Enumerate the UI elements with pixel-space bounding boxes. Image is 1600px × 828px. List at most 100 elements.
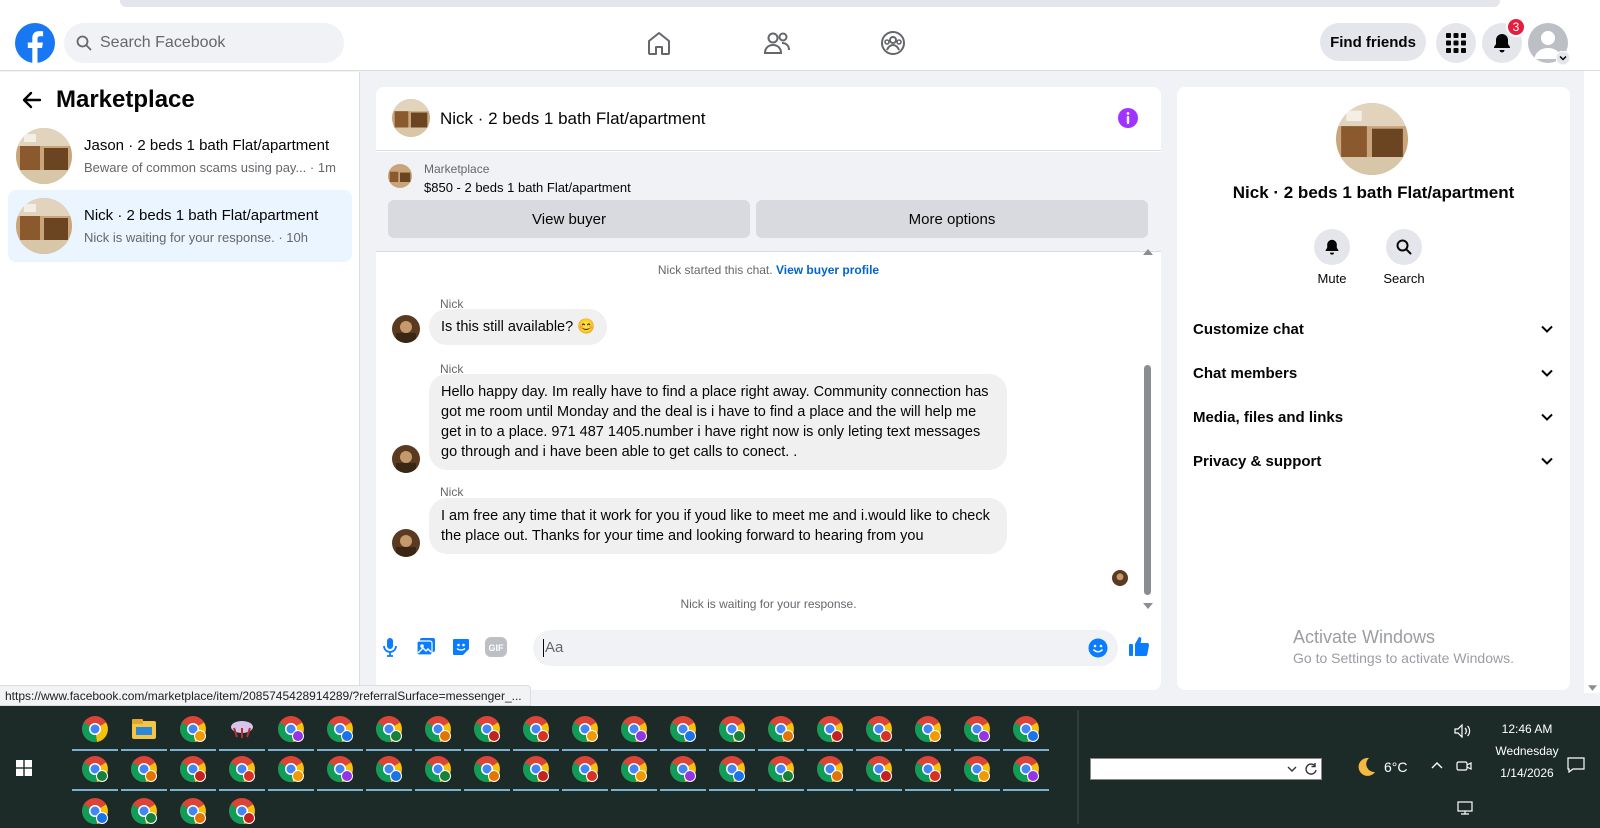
- taskbar-app-icon[interactable]: [1011, 714, 1041, 744]
- taskbar-app-icon[interactable]: [521, 754, 551, 784]
- clock-date[interactable]: 1/14/2026: [1487, 766, 1567, 780]
- privacy-support-section[interactable]: Privacy & support: [1193, 441, 1554, 481]
- taskbar-app-icon[interactable]: [668, 754, 698, 784]
- taskbar-app-indicator: [856, 789, 902, 791]
- taskbar-address-box[interactable]: [1090, 758, 1322, 780]
- microphone-icon[interactable]: [382, 637, 398, 657]
- taskbar-app-icon[interactable]: [423, 754, 453, 784]
- gif-icon[interactable]: GIF: [485, 637, 507, 657]
- chevron-down-icon[interactable]: [1556, 51, 1570, 65]
- media-files-links-section[interactable]: Media, files and links: [1193, 397, 1554, 437]
- taskbar-app-icon[interactable]: [423, 714, 453, 744]
- taskbar-app-icon[interactable]: [815, 754, 845, 784]
- taskbar-app-icon[interactable]: [178, 796, 208, 826]
- taskbar-app-icon[interactable]: [276, 754, 306, 784]
- taskbar-app-icon[interactable]: [570, 754, 600, 784]
- mute-button[interactable]: Mute: [1302, 229, 1362, 286]
- emoji-icon[interactable]: [1088, 638, 1108, 658]
- info-icon[interactable]: [1117, 107, 1139, 129]
- taskbar-app-icon[interactable]: [472, 754, 502, 784]
- search-bar[interactable]: Search Facebook: [64, 23, 344, 63]
- taskbar-app-icon[interactable]: [619, 714, 649, 744]
- chat-members-section[interactable]: Chat members: [1193, 353, 1554, 393]
- taskbar-app-icon[interactable]: [570, 714, 600, 744]
- back-arrow-icon[interactable]: [22, 90, 42, 110]
- taskbar-app-icon[interactable]: [227, 754, 257, 784]
- taskbar-app-icon[interactable]: [80, 754, 110, 784]
- taskbar-app-icon[interactable]: [80, 796, 110, 826]
- taskbar-app-icon[interactable]: [227, 714, 257, 744]
- sender-avatar[interactable]: [392, 529, 420, 557]
- taskbar-app-icon[interactable]: [864, 754, 894, 784]
- taskbar-app-icon[interactable]: [227, 796, 257, 826]
- conversation-item-nick[interactable]: Nick · 2 beds 1 bath Flat/apartment Nick…: [8, 190, 352, 262]
- taskbar-app-icon[interactable]: [276, 714, 306, 744]
- clock-time[interactable]: 12:46 AM: [1487, 722, 1567, 736]
- chat-title[interactable]: Nick · 2 beds 1 bath Flat/apartment: [440, 109, 706, 129]
- meet-now-icon[interactable]: [1456, 758, 1472, 774]
- sender-avatar[interactable]: [392, 315, 420, 343]
- home-icon[interactable]: [644, 28, 674, 58]
- search-chat-button[interactable]: Search: [1374, 229, 1434, 286]
- conversation-item-jason[interactable]: Jason · 2 beds 1 bath Flat/apartment Bew…: [8, 120, 352, 192]
- windows-start-icon[interactable]: [16, 760, 32, 776]
- taskbar-app-icon[interactable]: [472, 714, 502, 744]
- taskbar-app-icon[interactable]: [1011, 754, 1041, 784]
- sticker-icon[interactable]: [451, 637, 471, 657]
- taskbar-app-icon[interactable]: [178, 754, 208, 784]
- taskbar-app-icon[interactable]: [766, 714, 796, 744]
- chevron-up-icon[interactable]: [1431, 760, 1443, 770]
- customize-chat-section[interactable]: Customize chat: [1193, 309, 1554, 349]
- taskbar-app-icon[interactable]: [129, 796, 159, 826]
- temperature[interactable]: 6°C: [1384, 759, 1408, 775]
- menu-button[interactable]: [1436, 23, 1476, 63]
- view-buyer-button[interactable]: View buyer: [388, 200, 750, 238]
- taskbar-app-icon[interactable]: [766, 754, 796, 784]
- taskbar-app-icon[interactable]: [325, 754, 355, 784]
- weather-moon-icon[interactable]: [1354, 756, 1376, 778]
- scroll-down-arrow-icon[interactable]: [1588, 685, 1597, 691]
- taskbar-app-icon[interactable]: [717, 754, 747, 784]
- view-buyer-profile-link[interactable]: View buyer profile: [776, 263, 879, 277]
- listing-price-title[interactable]: $850 - 2 beds 1 bath Flat/apartment: [424, 180, 631, 195]
- more-options-button[interactable]: More options: [756, 200, 1148, 238]
- chat-listing-thumbnail[interactable]: [392, 99, 430, 137]
- friends-icon[interactable]: [762, 28, 792, 58]
- find-friends-button[interactable]: Find friends: [1320, 23, 1426, 61]
- photo-icon[interactable]: [416, 637, 436, 657]
- taskbar-app-icon[interactable]: [374, 754, 404, 784]
- chevron-down-icon[interactable]: [1287, 765, 1297, 773]
- taskbar-app-icon[interactable]: [80, 714, 110, 744]
- volume-icon[interactable]: [1454, 724, 1472, 738]
- thumbs-up-icon[interactable]: [1128, 635, 1150, 657]
- notification-center-icon[interactable]: [1567, 757, 1585, 773]
- groups-icon[interactable]: [878, 28, 908, 58]
- scroll-down-arrow-icon[interactable]: [1143, 603, 1153, 609]
- taskbar-app-icon[interactable]: [178, 714, 208, 744]
- clock-day[interactable]: Wednesday: [1487, 744, 1567, 758]
- details-listing-image[interactable]: [1336, 103, 1408, 175]
- taskbar-app-icon[interactable]: [129, 754, 159, 784]
- taskbar-app-icon[interactable]: [913, 714, 943, 744]
- taskbar-app-icon[interactable]: [962, 754, 992, 784]
- taskbar-app-icon[interactable]: [374, 714, 404, 744]
- refresh-icon[interactable]: [1304, 762, 1318, 776]
- taskbar-app-icon[interactable]: [668, 714, 698, 744]
- taskbar-app-icon[interactable]: [619, 754, 649, 784]
- facebook-logo-icon[interactable]: [15, 23, 55, 63]
- taskbar-app-icon[interactable]: [129, 714, 159, 744]
- scroll-up-arrow-icon[interactable]: [1143, 249, 1153, 255]
- taskbar-app-icon[interactable]: [913, 754, 943, 784]
- taskbar-app-icon[interactable]: [815, 714, 845, 744]
- taskbar-app-icon[interactable]: [864, 714, 894, 744]
- chat-scrollbar[interactable]: [1141, 247, 1155, 617]
- sender-avatar[interactable]: [392, 445, 420, 473]
- taskbar-app-icon[interactable]: [521, 714, 551, 744]
- page-scrollbar[interactable]: [1584, 71, 1600, 693]
- scrollbar-thumb[interactable]: [1144, 365, 1151, 595]
- taskbar-app-icon[interactable]: [717, 714, 747, 744]
- taskbar-app-icon[interactable]: [962, 714, 992, 744]
- taskbar-app-icon[interactable]: [325, 714, 355, 744]
- message-input[interactable]: Aa: [533, 630, 1118, 666]
- network-icon[interactable]: [1457, 801, 1475, 815]
